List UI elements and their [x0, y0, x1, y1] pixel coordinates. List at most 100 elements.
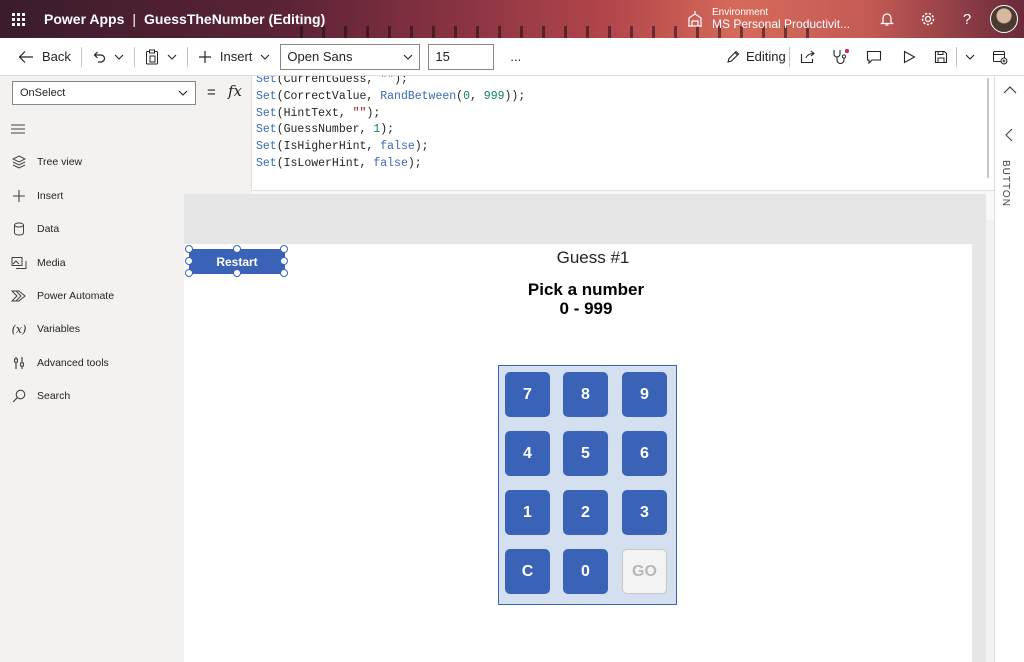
- guess-label: Guess #1: [556, 248, 630, 267]
- nav-item-tree-view[interactable]: Tree view: [0, 147, 184, 177]
- formula-line: Set(GuessNumber, 1);: [256, 122, 525, 139]
- plus-icon: [11, 188, 27, 204]
- keypad-key-c[interactable]: C: [505, 549, 550, 594]
- resize-handle[interactable]: [280, 245, 288, 253]
- keypad-key-9[interactable]: 9: [622, 372, 667, 417]
- nav-item-power-automate[interactable]: Power Automate: [0, 281, 184, 311]
- variables-icon: (x): [11, 322, 27, 336]
- canvas-scrollbar[interactable]: [972, 244, 986, 662]
- resize-handle[interactable]: [185, 245, 193, 253]
- formula-token: );: [414, 140, 429, 154]
- formula-line: Set(CorrectValue, RandBetween(0, 999));: [256, 89, 525, 106]
- formula-token: false: [373, 156, 408, 170]
- avatar[interactable]: [990, 5, 1018, 33]
- tools-icon: [11, 355, 27, 371]
- resize-handle[interactable]: [233, 245, 241, 253]
- keypad-key-4[interactable]: 4: [505, 431, 550, 476]
- nav-item-label: Media: [37, 257, 66, 269]
- resize-handle[interactable]: [280, 269, 288, 277]
- undo-icon: [93, 51, 105, 63]
- nav-item-data[interactable]: Data: [0, 214, 184, 244]
- divider: [956, 46, 957, 67]
- property-value: OnSelect: [20, 87, 66, 99]
- app-name[interactable]: Power Apps: [44, 11, 124, 27]
- resize-handle[interactable]: [233, 269, 241, 277]
- properties-panel-collapsed: BUTTON: [994, 76, 1024, 662]
- formula-token: );: [366, 106, 381, 120]
- left-nav: Tree view Insert Data Media Power Automa…: [0, 112, 184, 662]
- formula-scrollbar[interactable]: [984, 76, 992, 186]
- preview-button[interactable]: [898, 42, 920, 72]
- insert-button[interactable]: Insert: [194, 42, 275, 72]
- nav-item-search[interactable]: Search: [0, 381, 184, 411]
- app-checker-button[interactable]: [828, 42, 854, 72]
- formula-token: ,: [469, 89, 484, 103]
- nav-item-label: Tree view: [37, 156, 83, 168]
- save-dropdown[interactable]: [961, 42, 979, 72]
- publish-button[interactable]: [988, 42, 1012, 72]
- undo-dropdown[interactable]: [110, 42, 128, 72]
- editing-button[interactable]: Editing: [722, 42, 790, 72]
- chevron-up-icon[interactable]: [1003, 86, 1017, 94]
- font-size-input[interactable]: 15: [428, 43, 495, 70]
- back-button[interactable]: Back: [14, 42, 75, 72]
- keypad-key-go[interactable]: GO: [622, 549, 667, 594]
- divider: [789, 46, 790, 67]
- environment-name: MS Personal Productivit...: [712, 16, 851, 31]
- formula-code: Set(CurrentGuess, ""); Set(CorrectValue, …: [256, 76, 525, 173]
- keypad-key-5[interactable]: 5: [563, 431, 608, 476]
- nav-item-label: Data: [37, 223, 60, 235]
- resize-handle[interactable]: [185, 257, 193, 265]
- formula-token: ));: [504, 89, 526, 103]
- keypad-key-6[interactable]: 6: [622, 431, 667, 476]
- formula-token: );: [407, 156, 422, 170]
- resize-handle[interactable]: [185, 269, 193, 277]
- comments-button[interactable]: [862, 42, 886, 72]
- waffle-icon[interactable]: [0, 0, 36, 38]
- formula-token: );: [394, 76, 408, 86]
- notification-icon[interactable]: [877, 9, 897, 29]
- help-icon[interactable]: ?: [957, 9, 977, 29]
- chevron-down-icon: [167, 54, 177, 60]
- keypad-key-7[interactable]: 7: [505, 372, 550, 417]
- share-button[interactable]: [796, 42, 820, 72]
- save-button[interactable]: [930, 42, 952, 72]
- play-icon: [903, 50, 916, 63]
- nav-item-insert[interactable]: Insert: [0, 181, 184, 211]
- nav-item-media[interactable]: Media: [0, 248, 184, 278]
- more-icon: ...: [510, 49, 522, 64]
- more-button[interactable]: ...: [506, 42, 525, 72]
- paste-dropdown[interactable]: [163, 42, 181, 72]
- formula-token: (CorrectValue,: [276, 89, 381, 103]
- divider: [186, 46, 188, 67]
- hamburger-icon[interactable]: [11, 124, 25, 134]
- panel-label: BUTTON: [1000, 160, 1011, 207]
- property-select[interactable]: OnSelect: [12, 81, 196, 105]
- nav-item-advanced-tools[interactable]: Advanced tools: [0, 348, 184, 378]
- paste-button[interactable]: [141, 42, 163, 72]
- formula-token: (CurrentGuess,: [276, 76, 381, 86]
- formula-token: Set: [256, 106, 277, 120]
- chevron-down-icon: [261, 54, 270, 60]
- share-icon: [800, 50, 815, 63]
- environment-picker[interactable]: Environment MS Personal Productivit...: [686, 0, 850, 38]
- formula-line: Set(CurrentGuess, "");: [256, 76, 525, 89]
- formula-editor[interactable]: Set(CurrentGuess, ""); Set(CorrectValue, …: [251, 76, 994, 190]
- formula-token: "": [352, 106, 367, 120]
- keypad-key-2[interactable]: 2: [563, 490, 608, 535]
- chevron-left-icon[interactable]: [1005, 128, 1013, 142]
- chevron-down-icon: [404, 54, 413, 60]
- editing-label: Editing: [746, 49, 786, 64]
- keypad-key-8[interactable]: 8: [563, 372, 608, 417]
- nav-item-variables[interactable]: (x) Variables: [0, 314, 184, 344]
- formula-token: RandBetween: [380, 89, 457, 103]
- undo-button[interactable]: [88, 42, 110, 72]
- settings-icon[interactable]: [918, 9, 938, 29]
- nav-item-label: Variables: [37, 323, 80, 335]
- divider: [133, 46, 135, 67]
- keypad-key-1[interactable]: 1: [505, 490, 550, 535]
- font-family-select[interactable]: Open Sans: [280, 43, 421, 70]
- resize-handle[interactable]: [280, 257, 288, 265]
- keypad-key-0[interactable]: 0: [563, 549, 608, 594]
- keypad-key-3[interactable]: 3: [622, 490, 667, 535]
